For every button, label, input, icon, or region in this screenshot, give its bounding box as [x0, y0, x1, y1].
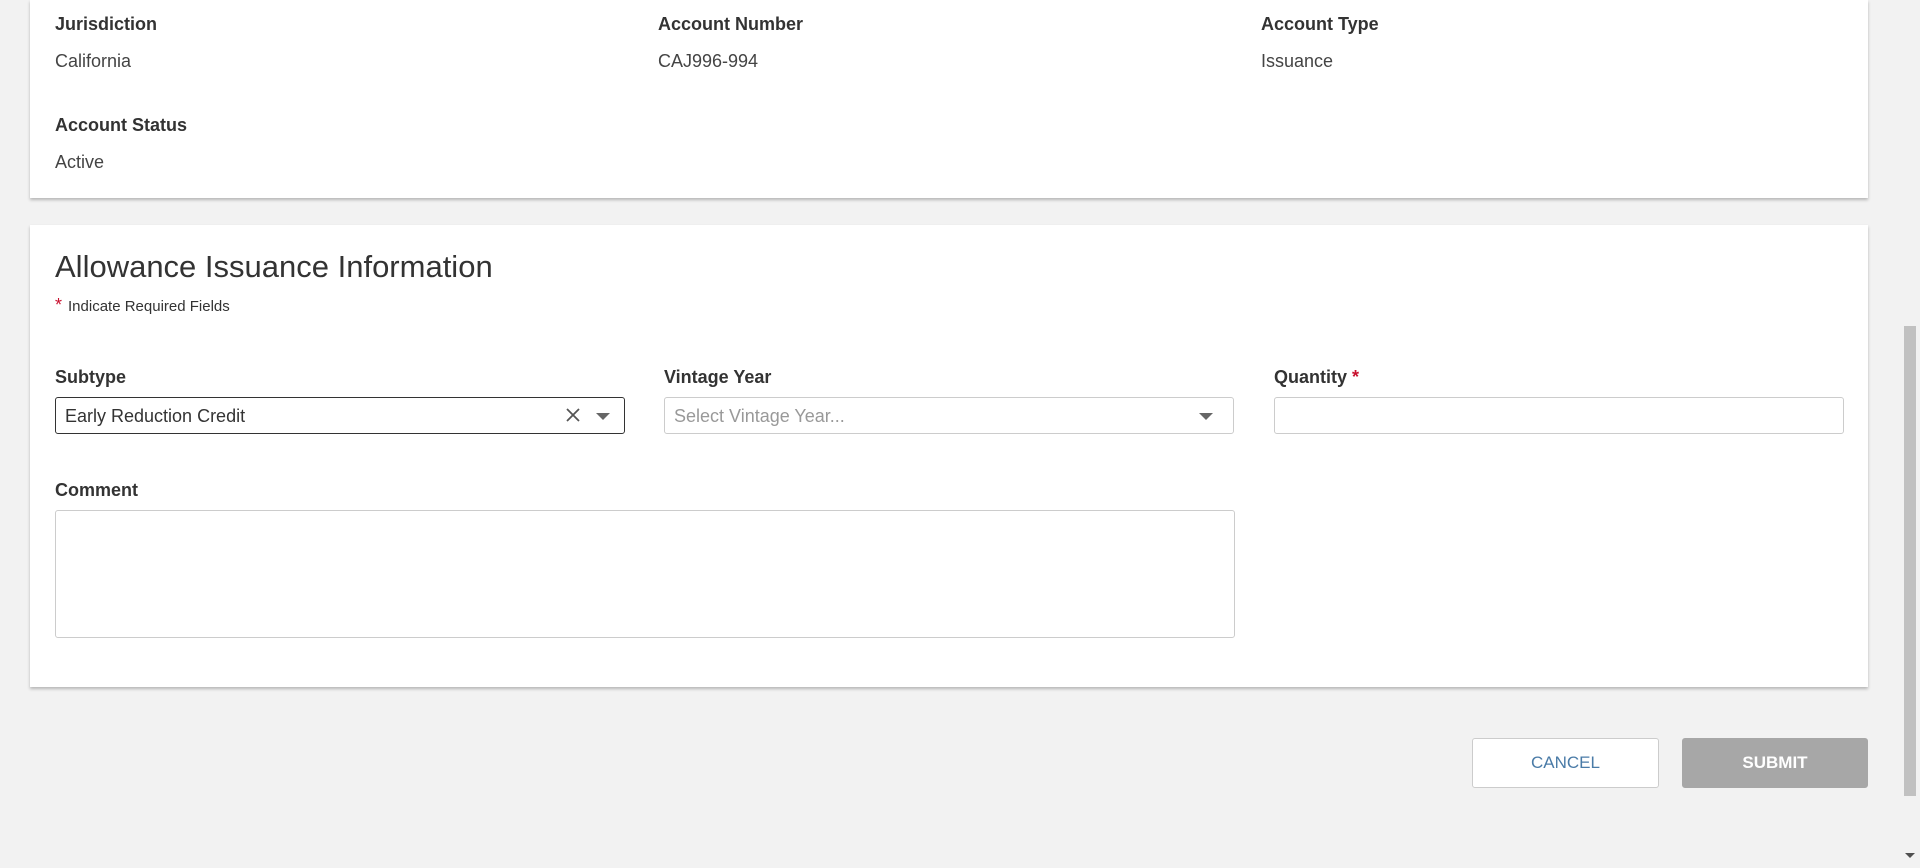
chevron-down-icon[interactable]: [1199, 413, 1213, 420]
submit-button[interactable]: SUBMIT: [1682, 738, 1868, 788]
allowance-issuance-card: Allowance Issuance Information * Indicate…: [30, 225, 1868, 687]
account-status-value: Active: [55, 152, 105, 172]
account-number-block: Account Number CAJ996-994: [658, 14, 803, 72]
close-icon[interactable]: [562, 404, 584, 426]
required-star: *: [55, 295, 63, 315]
quantity-label-text: Quantity: [1274, 367, 1348, 387]
jurisdiction-value: California: [55, 51, 132, 71]
account-type-value: Issuance: [1261, 51, 1334, 71]
vintage-year-placeholder: Select Vintage Year...: [674, 406, 845, 426]
subtype-selected-value: Early Reduction Credit: [65, 406, 246, 426]
section-title: Allowance Issuance Information: [55, 249, 493, 284]
account-number-value: CAJ996-994: [658, 51, 759, 71]
account-status-block: Account Status Active: [55, 115, 187, 173]
quantity-input[interactable]: [1274, 397, 1844, 434]
account-type-block: Account Type Issuance: [1261, 14, 1379, 72]
account-info-card: Jurisdiction California Account Number C…: [30, 0, 1868, 198]
quantity-label: Quantity *: [1274, 367, 1359, 388]
quantity-required-star: *: [1352, 367, 1360, 387]
subtype-select[interactable]: Early Reduction Credit: [55, 397, 625, 434]
account-number-label: Account Number: [658, 14, 804, 34]
comment-textarea[interactable]: [55, 510, 1235, 638]
jurisdiction-block: Jurisdiction California: [55, 14, 157, 72]
page: Jurisdiction California Account Number C…: [0, 0, 1920, 868]
jurisdiction-label: Jurisdiction: [55, 14, 158, 34]
chevron-down-icon[interactable]: [596, 413, 610, 420]
account-status-label: Account Status: [55, 115, 188, 135]
required-fields-note: * Indicate Required Fields: [55, 295, 230, 316]
scroll-down-arrow-icon[interactable]: [1905, 853, 1915, 858]
account-type-label: Account Type: [1261, 14, 1379, 34]
subtype-label: Subtype: [55, 367, 127, 387]
vintage-year-label: Vintage Year: [664, 367, 772, 387]
required-note-text: Indicate Required Fields: [68, 298, 230, 315]
scrollbar-thumb[interactable]: [1904, 326, 1916, 796]
vertical-scrollbar[interactable]: [1900, 0, 1920, 868]
comment-label: Comment: [55, 480, 139, 500]
cancel-button[interactable]: CANCEL: [1472, 738, 1659, 788]
vintage-year-select[interactable]: Select Vintage Year...: [664, 397, 1234, 434]
